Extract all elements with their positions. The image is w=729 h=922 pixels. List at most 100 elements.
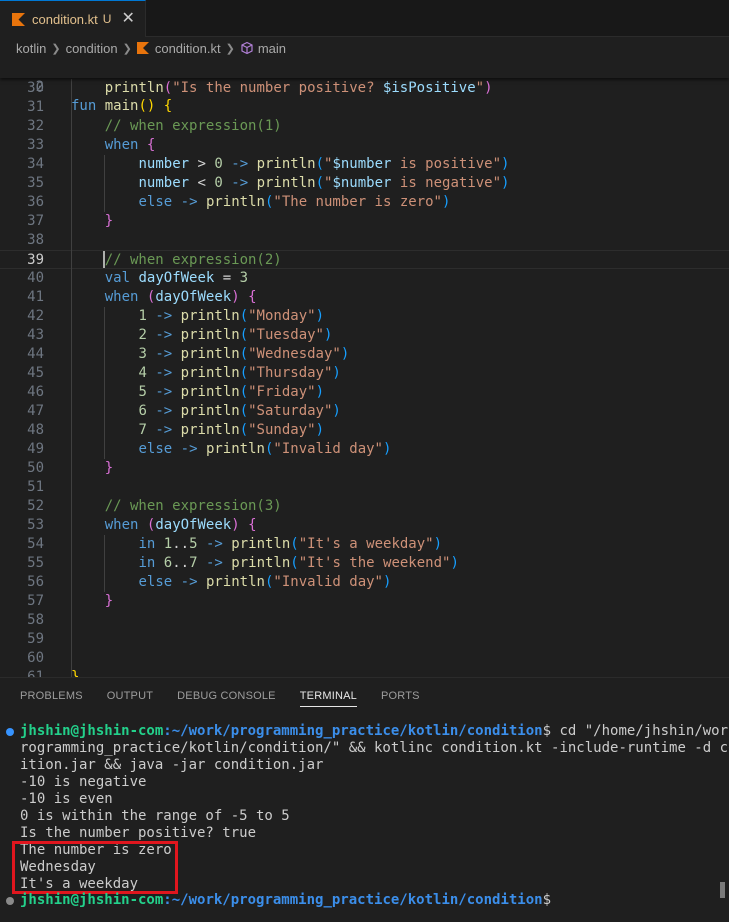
code-line[interactable]: 59: [0, 630, 729, 649]
code-line[interactable]: 58: [0, 611, 729, 630]
line-number: 48: [27, 422, 44, 438]
code-line[interactable]: 33 when {: [0, 136, 729, 155]
terminal-output-line: -10 is even: [20, 791, 113, 807]
terminal-scrollbar[interactable]: [720, 882, 725, 898]
indent-guide: [71, 79, 72, 677]
tab-debug-console[interactable]: DEBUG CONSOLE: [177, 678, 276, 714]
code-line[interactable]: 30 println("Is the number positive? $isP…: [0, 79, 729, 98]
line-number: 2: [35, 79, 44, 95]
code-line[interactable]: 34 number > 0 -> println("$number is pos…: [0, 155, 729, 174]
code-text: else -> println("Invalid day"): [138, 574, 392, 590]
code-line[interactable]: 56 else -> println("Invalid day"): [0, 573, 729, 592]
code-line[interactable]: 51: [0, 478, 729, 497]
code-text: when (dayOfWeek) {: [104, 517, 257, 533]
line-number: 58: [27, 612, 44, 628]
code-line[interactable]: 47 6 -> println("Saturday"): [0, 402, 729, 421]
code-text: else -> println("The number is zero"): [138, 194, 451, 210]
breadcrumb-item-kotlin[interactable]: kotlin: [16, 41, 46, 56]
code-line[interactable]: 35 number < 0 -> println("$number is neg…: [0, 174, 729, 193]
tab-output[interactable]: OUTPUT: [107, 678, 153, 714]
code-line[interactable]: 42 1 -> println("Monday"): [0, 307, 729, 326]
code-line[interactable]: 57 }: [0, 592, 729, 611]
code-line[interactable]: 37 }: [0, 212, 729, 231]
code-line[interactable]: 36 else -> println("The number is zero"): [0, 193, 729, 212]
line-number: 52: [27, 498, 44, 514]
code-line[interactable]: 54 in 1..5 -> println("It's a weekday"): [0, 535, 729, 554]
line-number: 38: [27, 232, 44, 248]
line-number: 34: [27, 156, 44, 172]
code-text: number > 0 -> println("$number is positi…: [138, 156, 510, 172]
terminal[interactable]: jhshin@jhshin-com:~/work/programming_pra…: [0, 718, 729, 922]
code-text: }: [104, 460, 114, 476]
code-line[interactable]: 32 // when expression(1): [0, 117, 729, 136]
code-line[interactable]: 39 // when expression(2): [0, 250, 729, 269]
code-line[interactable]: 40 val dayOfWeek = 3: [0, 269, 729, 288]
command-status-icon[interactable]: [6, 728, 14, 736]
terminal-command-line: jhshin@jhshin-com:~/work/programming_pra…: [20, 723, 729, 739]
red-highlight-box: [12, 841, 178, 894]
text-cursor: [103, 251, 105, 268]
line-number: 49: [27, 441, 44, 457]
code-line[interactable]: 48 7 -> println("Sunday"): [0, 421, 729, 440]
code-text: 3 -> println("Wednesday"): [138, 346, 350, 362]
command-status-icon[interactable]: [6, 897, 14, 905]
code-line[interactable]: 52 // when expression(3): [0, 497, 729, 516]
terminal-output-line: 0 is within the range of -5 to 5: [20, 808, 290, 824]
sticky-code: fun main() {: [71, 98, 173, 114]
line-number: 44: [27, 346, 44, 362]
code-text: when {: [104, 137, 156, 153]
terminal-command-wrap: ition.jar && java -jar condition.jar: [20, 757, 324, 773]
close-icon[interactable]: ✕: [121, 11, 134, 27]
tab-condition-kt[interactable]: condition.kt U ✕: [0, 0, 146, 37]
code-line[interactable]: 60: [0, 649, 729, 668]
code-line[interactable]: 61}: [0, 668, 729, 677]
breadcrumb-item-condition[interactable]: condition: [66, 41, 118, 56]
breadcrumb-item-file[interactable]: condition.kt: [155, 41, 221, 56]
code-line[interactable]: 49 else -> println("Invalid day"): [0, 440, 729, 459]
line-number: 40: [27, 270, 44, 286]
code-text: in 1..5 -> println("It's a weekday"): [138, 536, 443, 552]
line-number: 54: [27, 536, 44, 552]
code-editor[interactable]: 2 fun main() { 30 println("Is the number…: [0, 59, 729, 677]
indent-guide: [104, 535, 105, 592]
method-cube-icon: [241, 41, 253, 55]
chevron-right-icon: ❯: [122, 42, 132, 55]
breadcrumb-item-main[interactable]: main: [258, 41, 286, 56]
tab-ports[interactable]: PORTS: [381, 678, 420, 714]
line-number: 59: [27, 631, 44, 647]
terminal-output-line: -10 is negative: [20, 774, 147, 790]
code-line[interactable]: 55 in 6..7 -> println("It's the weekend"…: [0, 554, 729, 573]
line-number: 60: [27, 650, 44, 666]
code-text: }: [104, 593, 114, 609]
terminal-output-line: Is the number positive? true: [20, 825, 257, 841]
code-line[interactable]: 41 when (dayOfWeek) {: [0, 288, 729, 307]
code-text: in 6..7 -> println("It's the weekend"): [138, 555, 459, 571]
line-number: 41: [27, 289, 44, 305]
indent-guide: [104, 307, 105, 459]
code-line[interactable]: 53 when (dayOfWeek) {: [0, 516, 729, 535]
code-text: // when expression(1): [104, 118, 282, 134]
kotlin-file-icon: [12, 12, 25, 26]
code-text: // when expression(3): [104, 498, 282, 514]
code-text: 1 -> println("Monday"): [138, 308, 325, 324]
sticky-scroll-header[interactable]: 2 fun main() {: [0, 59, 729, 114]
code-text: }: [104, 213, 114, 229]
editor-tab-bar: condition.kt U ✕: [0, 0, 729, 37]
code-line[interactable]: 45 4 -> println("Thursday"): [0, 364, 729, 383]
panel-tabs: PROBLEMS OUTPUT DEBUG CONSOLE TERMINAL P…: [0, 678, 729, 714]
code-text: else -> println("Invalid day"): [138, 441, 392, 457]
code-text: println("Is the number positive? $isPosi…: [104, 80, 493, 96]
code-line[interactable]: 43 2 -> println("Tuesday"): [0, 326, 729, 345]
code-line[interactable]: 46 5 -> println("Friday"): [0, 383, 729, 402]
tab-terminal[interactable]: TERMINAL: [299, 678, 358, 714]
line-number: 61: [27, 669, 44, 677]
line-number: 55: [27, 555, 44, 571]
code-line[interactable]: 38: [0, 231, 729, 250]
tab-problems[interactable]: PROBLEMS: [20, 678, 83, 714]
code-line[interactable]: 44 3 -> println("Wednesday"): [0, 345, 729, 364]
indent-guide: [104, 155, 105, 212]
breadcrumb: kotlin ❯ condition ❯ condition.kt ❯ main: [0, 37, 729, 59]
line-number: 36: [27, 194, 44, 210]
code-line[interactable]: 50 }: [0, 459, 729, 478]
code-text: 5 -> println("Friday"): [138, 384, 325, 400]
